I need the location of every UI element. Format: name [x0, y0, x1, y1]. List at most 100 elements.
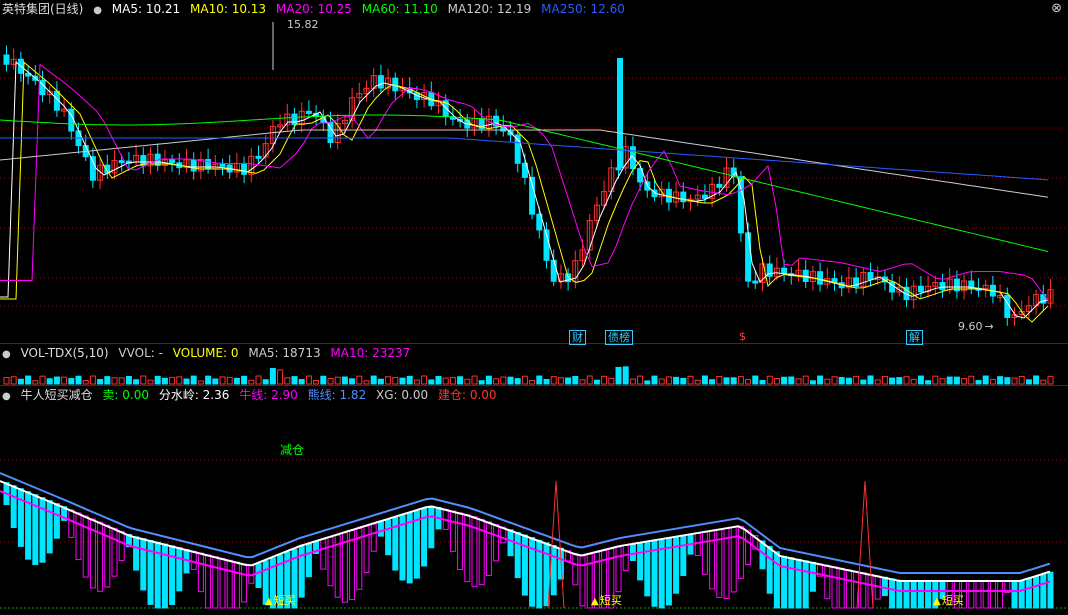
candle-body — [939, 281, 946, 291]
ma250-label: MA250: 12.60 — [541, 2, 625, 16]
indicator-bar — [385, 519, 392, 556]
volume-bar — [176, 376, 183, 385]
price-chart-canvas[interactable] — [0, 0, 1068, 343]
ma10-label: MA10: 10.13 — [190, 2, 267, 16]
indicator-bar — [824, 564, 831, 600]
indicator-bar — [327, 536, 334, 587]
finance-marker[interactable]: 财 — [569, 330, 586, 345]
ma20-label: MA20: 10.25 — [275, 2, 352, 16]
indicator-bar — [1025, 578, 1032, 609]
volume-bar — [730, 377, 737, 385]
spike-line — [856, 480, 874, 609]
volume-bar — [925, 380, 932, 385]
indicator-bar — [428, 505, 435, 549]
volume-bar — [694, 379, 701, 385]
indicator-bar — [975, 580, 982, 609]
volume-bar — [399, 377, 406, 385]
indicator-bar — [521, 534, 528, 596]
close-icon[interactable]: ⊗ — [1051, 1, 1062, 16]
volume-bar — [385, 376, 392, 385]
volume-bar — [997, 376, 1004, 385]
volume-bar — [838, 377, 845, 385]
volume-bar — [478, 380, 485, 385]
volume-bar — [982, 375, 989, 385]
volume-bar — [1047, 375, 1054, 385]
candle-body — [867, 271, 874, 281]
indicator-bar — [773, 551, 780, 609]
indicator-bar — [457, 512, 464, 570]
volume-bar — [197, 380, 204, 385]
candle-body — [817, 271, 824, 285]
volume-bar — [953, 376, 960, 385]
indicator-canvas[interactable] — [0, 386, 1068, 615]
volume-bar — [737, 376, 744, 385]
vvol-label: VVOL: - — [118, 346, 163, 360]
volume-bar — [687, 375, 694, 385]
indicator-bar — [745, 529, 752, 566]
price-chart-panel[interactable]: 英特集团(日线) ● MA5: 10.21 MA10: 10.13 MA20: … — [0, 0, 1068, 345]
indicator-bar — [701, 531, 708, 575]
candle-body — [701, 194, 708, 199]
volume-bar — [500, 376, 507, 385]
volume-bar — [46, 378, 53, 385]
short-buy-signal: ▲短买 — [933, 594, 964, 607]
volume-bar — [82, 380, 89, 385]
volume-bar — [262, 379, 269, 385]
volume-bar — [53, 376, 60, 385]
candle-body — [291, 113, 298, 126]
volume-bar — [939, 378, 946, 385]
indicator-bar — [644, 541, 651, 597]
volume-panel[interactable]: ● VOL-TDX(5,10) VVOL: - VOLUME: 0 MA5: 1… — [0, 343, 1068, 386]
volume-bar — [255, 375, 262, 385]
indicator-bar — [997, 580, 1004, 609]
indicator-bar — [694, 532, 701, 557]
ranking-marker[interactable]: 债榜 — [605, 330, 633, 345]
indicator-bar — [241, 563, 248, 603]
price-legend: 英特集团(日线) ● MA5: 10.21 MA10: 10.13 MA20: … — [2, 2, 631, 18]
indicator-bar — [17, 488, 24, 547]
indicator-bar — [968, 580, 975, 609]
volume-bar — [946, 376, 953, 385]
indicator-bar — [233, 561, 240, 609]
volume-value-label: VOLUME: 0 — [172, 346, 239, 360]
indicator-bar — [629, 543, 636, 561]
volume-bar — [377, 378, 384, 385]
volume-bar — [629, 378, 636, 385]
volume-bar — [17, 378, 24, 385]
volume-bar — [910, 378, 917, 385]
volume-bar — [248, 379, 255, 385]
indicator-bar — [46, 500, 53, 554]
volume-bar — [701, 375, 708, 385]
candle-body — [89, 156, 96, 181]
indicator-bar — [1011, 580, 1018, 609]
volume-bar — [183, 378, 190, 385]
low-price-label: 9.60 → — [958, 320, 994, 333]
volume-bar — [313, 379, 320, 385]
volume-bar — [593, 379, 600, 385]
indicator-bar — [377, 521, 384, 537]
indicator-bar — [212, 556, 219, 609]
volume-bar — [773, 378, 780, 385]
volume-bar — [39, 375, 46, 385]
candle-body — [377, 75, 384, 89]
volume-bar — [752, 375, 759, 385]
volume-bar — [543, 378, 550, 385]
volume-bar — [212, 378, 219, 385]
volume-bar — [154, 375, 161, 385]
candle-body — [219, 163, 226, 167]
volume-bar — [622, 366, 629, 385]
volume-bar — [1025, 379, 1032, 385]
volume-bar — [205, 375, 212, 385]
volume-title: VOL-TDX(5,10) — [20, 346, 109, 360]
volume-bar — [341, 376, 348, 385]
indicator-panel[interactable]: ● 牛人短买减仓 卖: 0.00 分水岭: 2.36 牛线: 2.90 熊线: … — [0, 385, 1068, 615]
unlock-marker[interactable]: 解 — [906, 330, 923, 345]
volume-bar — [795, 378, 802, 385]
indicator-bar — [169, 545, 176, 606]
dividend-marker[interactable]: $ — [737, 330, 748, 343]
volume-bar — [881, 375, 888, 385]
volume-bar — [781, 376, 788, 385]
volume-bar — [104, 376, 111, 385]
indicator-bar — [370, 523, 377, 552]
volume-bar — [25, 375, 32, 385]
